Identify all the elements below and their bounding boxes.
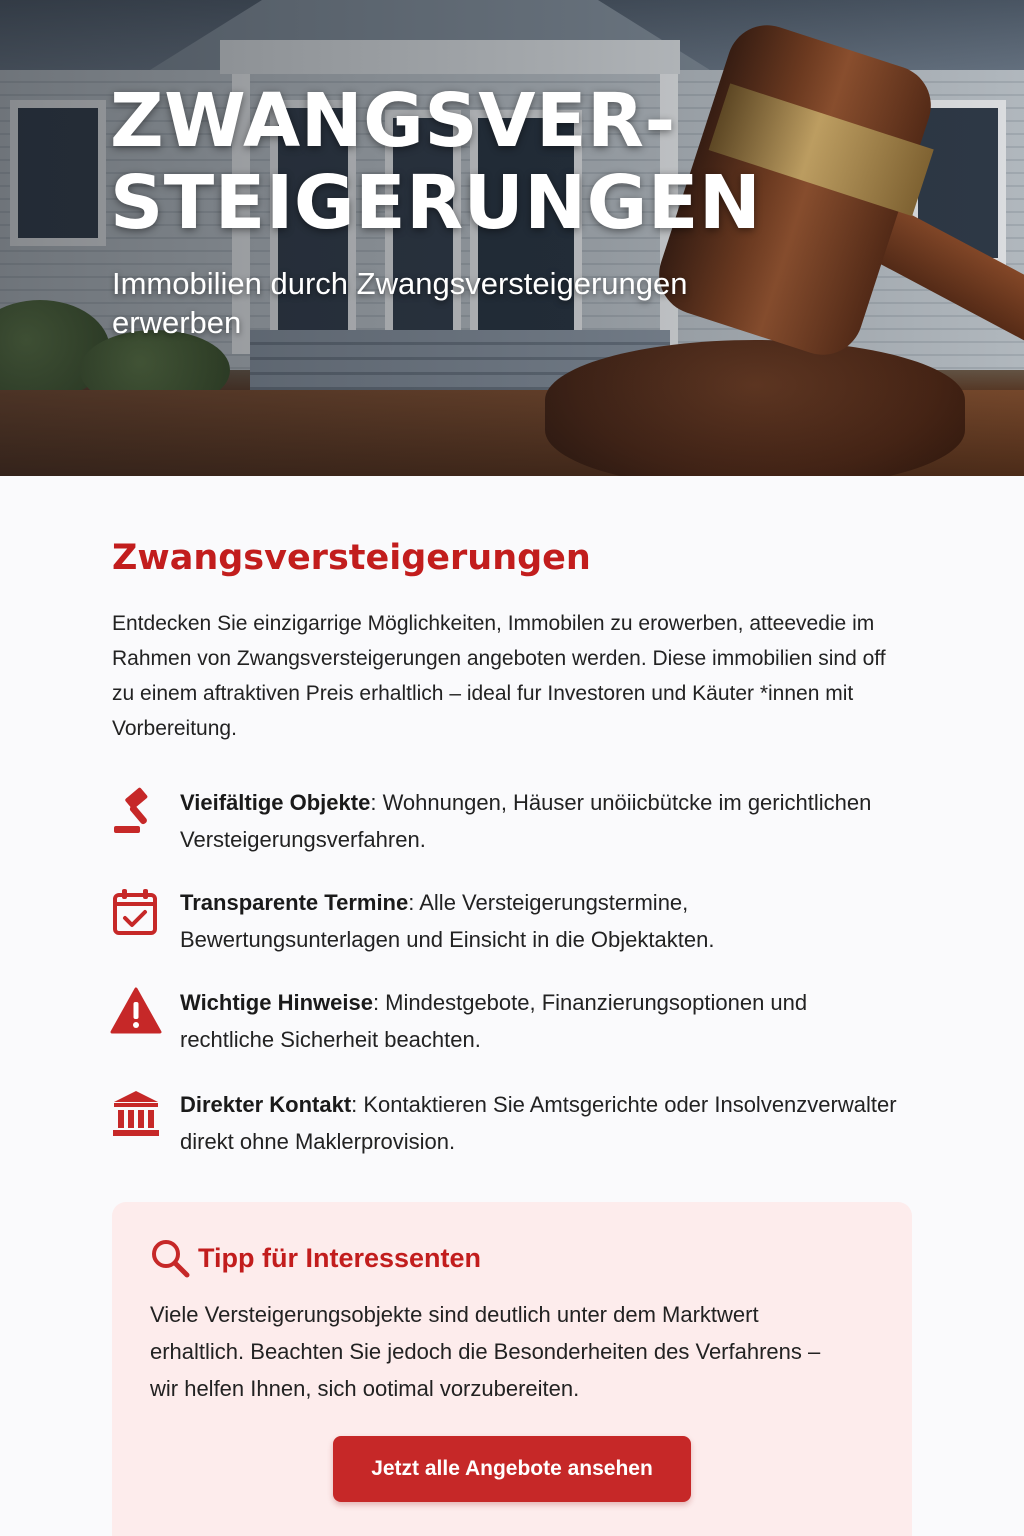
courthouse-icon — [113, 1091, 159, 1136]
view-offers-button[interactable]: Jetzt alle Angebote ansehen — [333, 1436, 691, 1502]
section-heading: Zwangsversteigerungen — [112, 538, 591, 578]
feature-title: Wichtige Hinweise — [180, 990, 373, 1015]
warning-icon — [110, 987, 162, 1034]
hero-title-line2: STEIGERUNGEN — [110, 160, 762, 246]
feature-title: Direkter Kontakt — [180, 1092, 352, 1117]
gavel-icon — [114, 787, 148, 833]
feature-text: Transparente Termine: Alle Versteigerung… — [180, 884, 900, 958]
feature-text: Direkter Kontakt: Kontaktieren Sie Amtsg… — [180, 1086, 900, 1160]
hero-subtitle: Immobilien durch Zwangsversteigerungen e… — [112, 266, 688, 340]
hero-title: ZWANGSVER- STEIGERUNGEN — [110, 80, 761, 244]
feature-title: Transparente Termine — [180, 890, 409, 915]
tip-body: Viele Versteigerungsobjekte sind deutlic… — [150, 1302, 821, 1401]
feature-text: Wichtige Hinweise: Mindestgebote, Finanz… — [180, 984, 900, 1058]
tip-title: Tipp für Interessenten — [198, 1243, 482, 1273]
intro-paragraph: Entdecken Sie einzigarrige Möglichkeiten… — [112, 612, 886, 740]
feature-title: Vieifältige Objekte — [180, 790, 371, 815]
hero-banner: ZWANGSVER- STEIGERUNGEN Immobilien durch… — [0, 0, 1024, 476]
search-icon — [152, 1240, 190, 1278]
feature-text: Vieifältige Objekte: Wohnungen, Häuser u… — [180, 784, 900, 858]
calendar-check-icon — [113, 889, 157, 935]
tip-box: Tipp für Interessenten Viele Versteigeru… — [112, 1202, 912, 1536]
hero-title-line1: ZWANGSVER- — [110, 78, 676, 164]
